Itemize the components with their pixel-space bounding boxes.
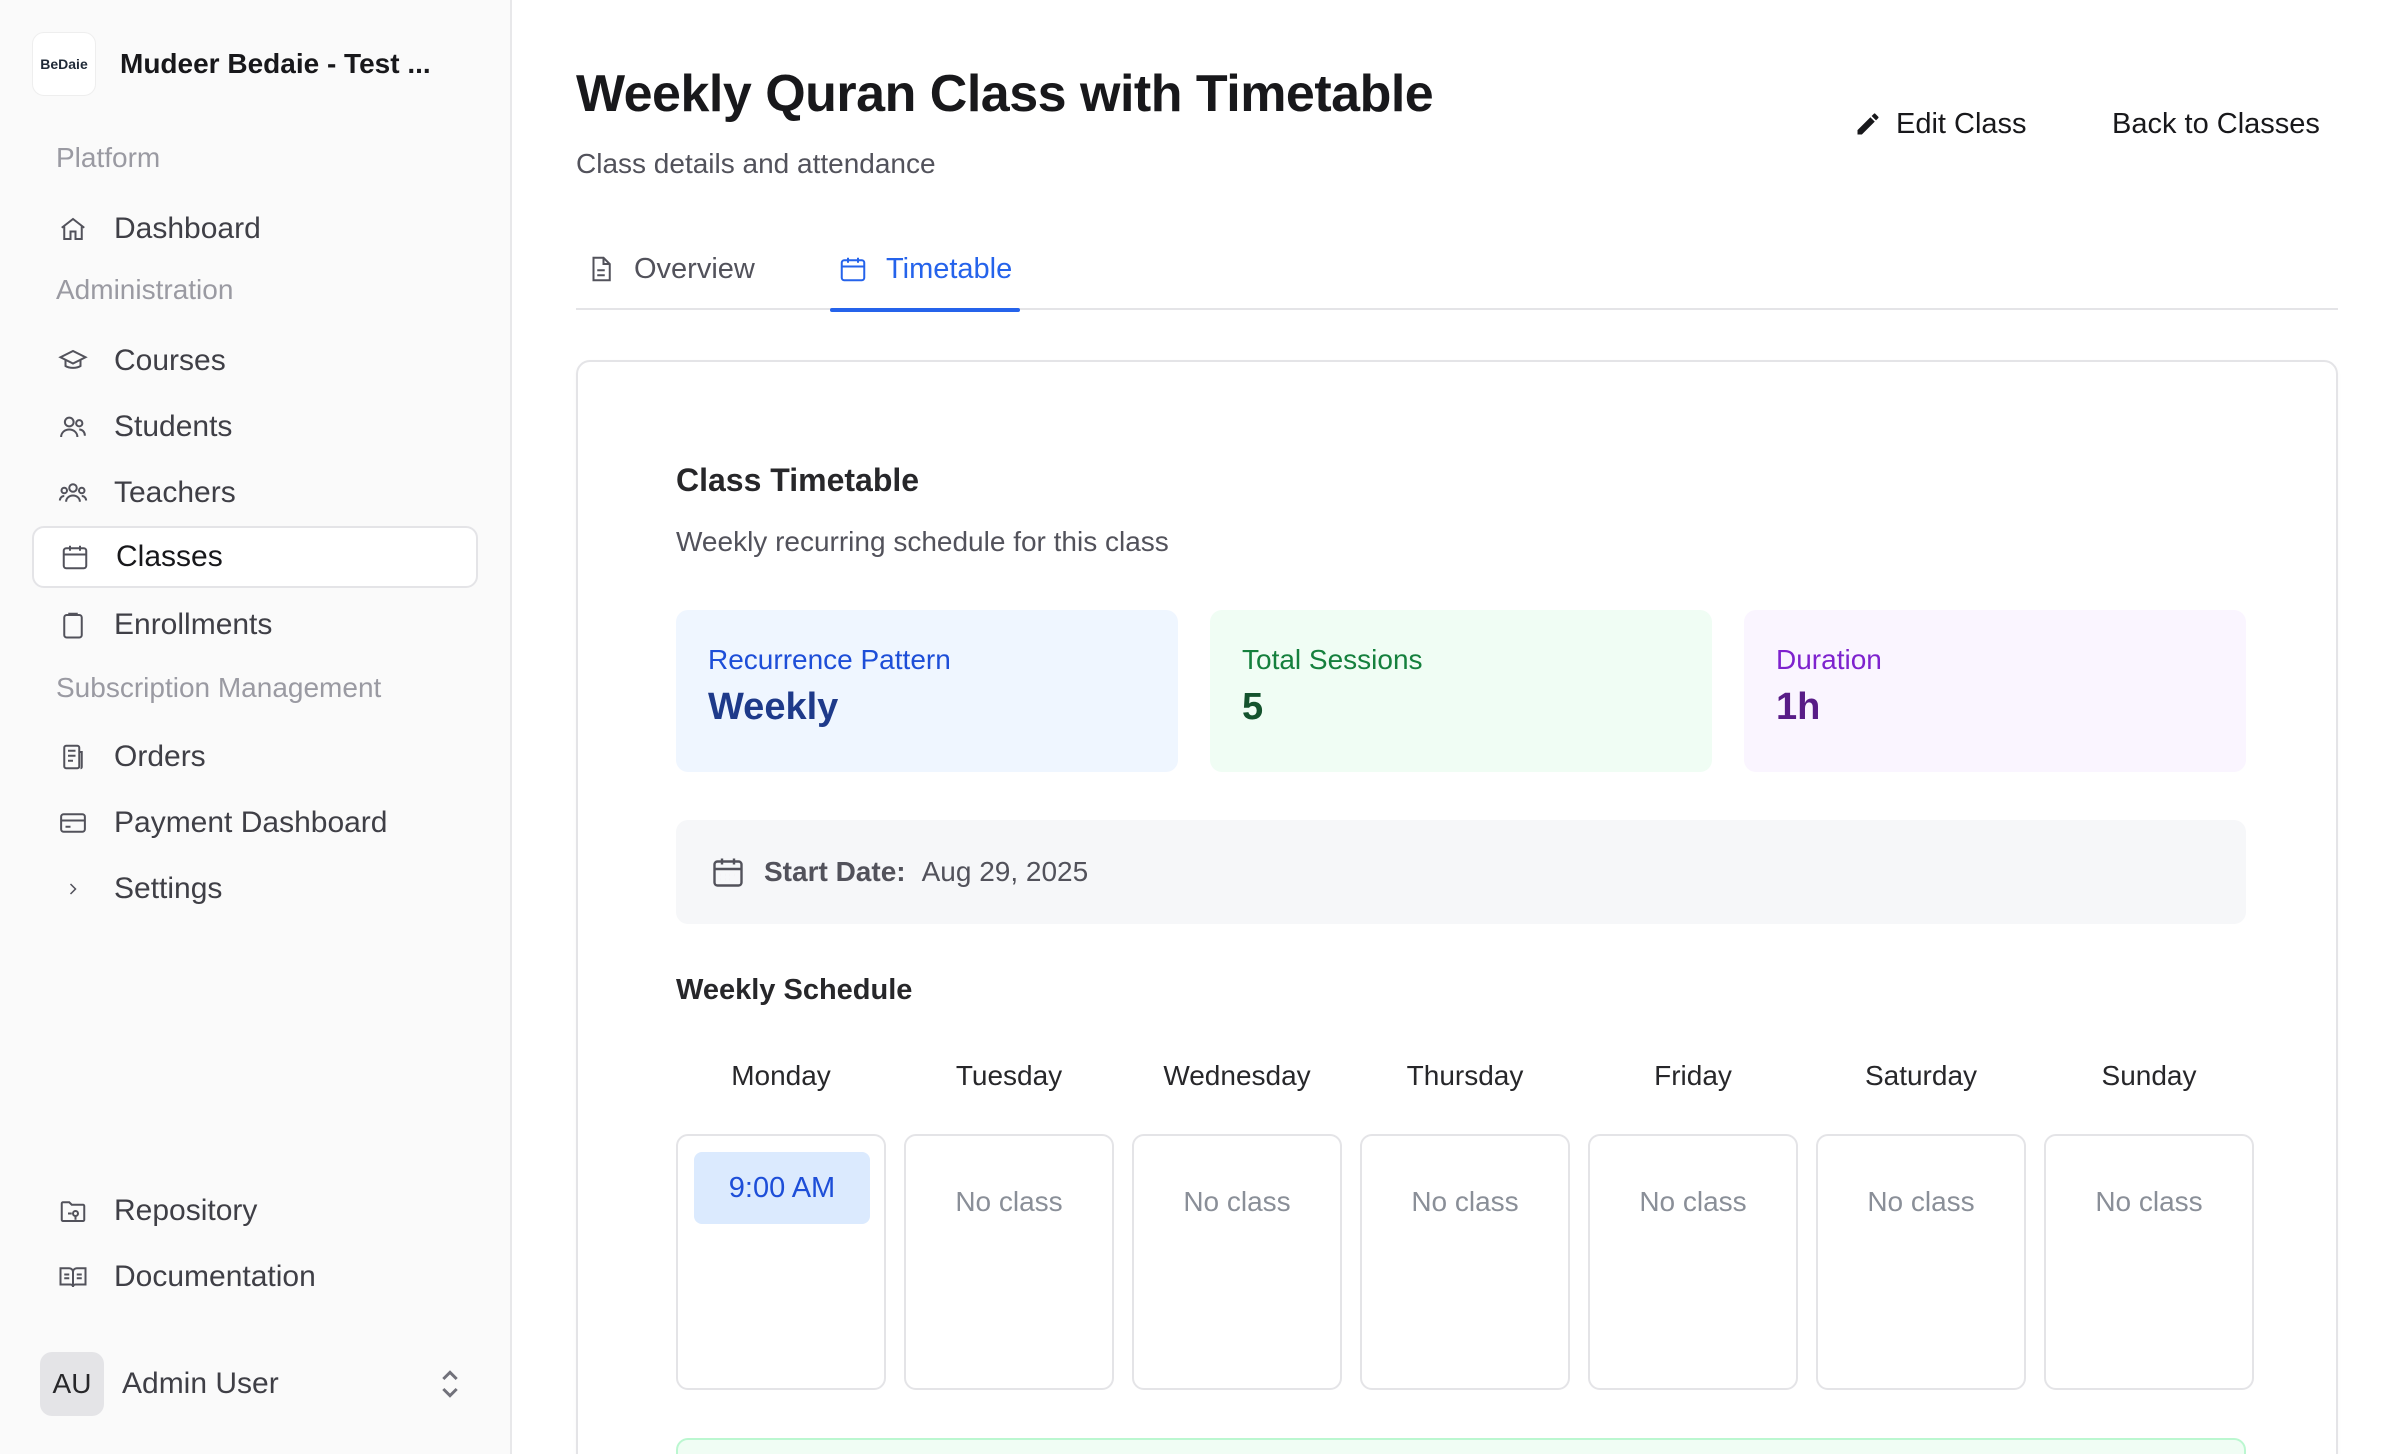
day-cell-friday: No class <box>1588 1134 1798 1390</box>
sidebar-item-enrollments[interactable]: Enrollments <box>32 594 478 656</box>
edit-class-button[interactable]: Edit Class <box>1854 104 2027 144</box>
timetable-card: Class Timetable Weekly recurring schedul… <box>576 360 2338 1454</box>
sidebar-item-label: Teachers <box>114 476 236 509</box>
sidebar-item-label: Settings <box>114 872 223 905</box>
book-open-icon <box>56 1260 90 1294</box>
day-header-friday: Friday <box>1654 1060 1732 1091</box>
sidebar-item-label: Classes <box>116 540 223 573</box>
sidebar-item-orders[interactable]: Orders <box>32 726 478 788</box>
sidebar-item-label: Payment Dashboard <box>114 806 388 839</box>
sidebar-item-label: Repository <box>114 1194 258 1227</box>
document-icon <box>592 256 611 282</box>
stat-recurrence-pattern: Recurrence Pattern Weekly <box>676 610 1178 772</box>
sidebar-item-label: Dashboard <box>114 212 261 245</box>
day-header-monday: Monday <box>731 1060 831 1091</box>
card-title: Class Timetable <box>676 462 920 498</box>
tab-timetable[interactable]: Timetable <box>829 228 1021 312</box>
no-class-text: No class <box>1639 1186 1747 1217</box>
tab-label: Timetable <box>886 252 1013 285</box>
day-cell-monday: 9:00 AM <box>676 1134 886 1390</box>
back-to-classes-button[interactable]: Back to Classes <box>2112 104 2320 144</box>
day-cell-thursday: No class <box>1360 1134 1570 1390</box>
day-header-saturday: Saturday <box>1864 1060 1978 1091</box>
stat-value: Weekly <box>708 686 839 728</box>
tab-bar: Overview Timetable <box>576 228 2338 312</box>
group-label-administration: Administration <box>56 274 234 305</box>
calendar-icon <box>58 540 92 574</box>
stat-label: Recurrence Pattern <box>708 644 951 675</box>
session-time-chip[interactable]: 9:00 AM <box>694 1152 870 1224</box>
brand-switcher[interactable]: BeDaie Mudeer Bedaie - Test ... <box>32 32 431 96</box>
summary-banner <box>676 1438 2246 1454</box>
avatar: AU <box>40 1352 104 1416</box>
sidebar-item-documentation[interactable]: Documentation <box>32 1246 478 1308</box>
user-menu[interactable]: AU Admin User <box>40 1352 470 1416</box>
day-cell-saturday: No class <box>1816 1134 2026 1390</box>
start-date-value: Aug 29, 2025 <box>921 856 1089 887</box>
card-subtitle: Weekly recurring schedule for this class <box>676 526 1169 557</box>
sidebar-item-classes[interactable]: Classes <box>32 526 478 588</box>
day-header-wednesday: Wednesday <box>1163 1060 1311 1091</box>
sidebar-item-label: Students <box>114 410 233 443</box>
no-class-text: No class <box>1183 1186 1291 1217</box>
no-class-text: No class <box>2095 1186 2203 1217</box>
calendar-days-icon <box>713 858 743 887</box>
day-cell-sunday: No class <box>2044 1134 2254 1390</box>
sidebar-item-settings[interactable]: Settings <box>32 858 478 920</box>
stat-value: 1h <box>1776 686 1821 728</box>
sidebar-item-label: Documentation <box>114 1260 316 1293</box>
page-title: Weekly Quran Class with Timetable <box>576 65 1434 123</box>
receipt-icon <box>56 740 90 774</box>
start-date-box: Start Date: Aug 29, 2025 <box>676 820 2246 924</box>
sidebar-item-students[interactable]: Students <box>32 396 478 458</box>
back-to-classes-label: Back to Classes <box>2112 107 2320 140</box>
calendar-icon <box>840 257 866 282</box>
pencil-icon <box>1857 113 1879 135</box>
sidebar-item-repository[interactable]: Repository <box>32 1180 478 1242</box>
stat-total-sessions: Total Sessions 5 <box>1210 610 1712 772</box>
main-content: Weekly Quran Class with Timetable Class … <box>514 0 2400 1454</box>
start-date-label: Start Date: <box>764 856 906 887</box>
tab-overview[interactable]: Overview <box>586 228 755 310</box>
stat-value: 5 <box>1242 686 1264 728</box>
sidebar-item-label: Orders <box>114 740 206 773</box>
chevron-right-icon <box>56 872 90 906</box>
no-class-text: No class <box>1867 1186 1975 1217</box>
weekly-schedule-title: Weekly Schedule <box>676 974 913 1006</box>
sidebar-item-payment-dashboard[interactable]: Payment Dashboard <box>32 792 478 854</box>
credit-card-icon <box>56 806 90 840</box>
group-label-subscription: Subscription Management <box>56 672 382 703</box>
day-header-tuesday: Tuesday <box>955 1060 1063 1091</box>
sidebar-item-teachers[interactable]: Teachers <box>32 462 478 524</box>
sidebar-item-courses[interactable]: Courses <box>32 330 478 392</box>
brand-name: Mudeer Bedaie - Test ... <box>120 48 431 79</box>
user-name: Admin User <box>122 1367 279 1400</box>
edit-class-label: Edit Class <box>1896 107 2027 140</box>
page-subtitle: Class details and attendance <box>576 148 936 179</box>
sidebar-item-dashboard[interactable]: Dashboard <box>32 198 478 260</box>
users-icon <box>56 410 90 444</box>
sidebar-item-label: Enrollments <box>114 608 273 641</box>
tab-label: Overview <box>634 252 755 285</box>
sidebar-item-label: Courses <box>114 344 226 377</box>
home-icon <box>56 212 90 246</box>
brand-logo-text: BeDaie <box>40 56 88 72</box>
brand-logo: BeDaie <box>32 32 96 96</box>
stat-label: Total Sessions <box>1242 644 1423 675</box>
sidebar: BeDaie Mudeer Bedaie - Test ... Platform… <box>0 0 512 1454</box>
day-cell-wednesday: No class <box>1132 1134 1342 1390</box>
no-class-text: No class <box>1411 1186 1519 1217</box>
graduation-cap-icon <box>56 344 90 378</box>
no-class-text: No class <box>955 1186 1063 1217</box>
group-label-platform: Platform <box>56 142 161 173</box>
day-header-thursday: Thursday <box>1406 1060 1524 1091</box>
clipboard-icon <box>56 608 90 642</box>
stat-label: Duration <box>1776 644 1882 675</box>
chevrons-up-down-icon <box>442 1370 458 1398</box>
day-header-sunday: Sunday <box>2101 1060 2197 1091</box>
folder-git-icon <box>56 1194 90 1228</box>
day-cell-tuesday: No class <box>904 1134 1114 1390</box>
stat-duration: Duration 1h <box>1744 610 2246 772</box>
group-icon <box>56 476 90 510</box>
